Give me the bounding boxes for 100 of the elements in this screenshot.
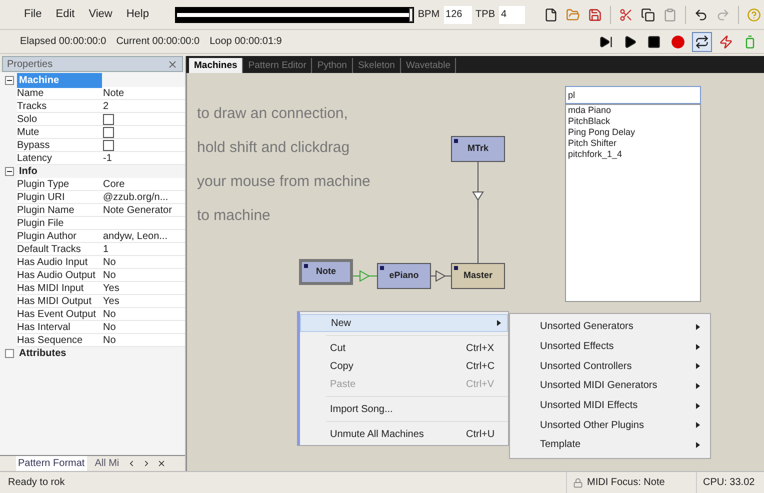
property-value: @zzub.org/n...	[103, 191, 168, 203]
property-label: Plugin Type	[17, 178, 70, 190]
result-item[interactable]: PitchBlack	[568, 116, 698, 127]
property-value: 2	[103, 100, 109, 112]
menu-item[interactable]: Unsorted MIDI Generators	[510, 376, 710, 396]
tpb-field[interactable]: 4	[499, 6, 525, 24]
connection-arrow-drawing	[353, 270, 377, 282]
checkbox[interactable]	[103, 140, 114, 151]
property-value: andyw, Leon...	[103, 230, 168, 242]
property-value: 1	[103, 243, 109, 255]
hint-text: your mouse from machine	[197, 172, 370, 192]
menu-item[interactable]: Unsorted Other Plugins	[510, 415, 710, 436]
expander-icon[interactable]	[5, 76, 14, 85]
result-item[interactable]: pitchfork_1_4	[568, 149, 698, 160]
machine-node[interactable]: Note	[299, 259, 353, 285]
submenu-arrow-icon	[497, 320, 501, 326]
menu-item[interactable]: Unsorted Generators	[510, 317, 710, 337]
slider-thumb[interactable]	[408, 8, 413, 22]
midi-focus-text: MIDI Focus: Note	[587, 476, 665, 490]
menu-item[interactable]: Copy Ctrl+C	[300, 357, 508, 375]
submenu-arrow-icon	[696, 422, 700, 428]
menu-item[interactable]: View	[88, 6, 112, 23]
group-header[interactable]: Attributes	[17, 346, 102, 361]
property-label: Has Audio Output	[17, 269, 96, 281]
property-label: Plugin Author	[17, 230, 78, 242]
submenu-arrow-icon	[696, 442, 700, 448]
tab[interactable]: Machines	[189, 58, 244, 73]
property-label: Plugin Name	[17, 204, 76, 216]
menu-item[interactable]: Edit	[56, 6, 75, 23]
menu-item[interactable]: Import Song...	[300, 400, 508, 418]
group-header[interactable]: Info	[17, 164, 102, 179]
result-item[interactable]: mda Piano	[568, 105, 698, 116]
property-label: Mute	[17, 126, 40, 138]
close-icon[interactable]	[157, 459, 166, 468]
property-label: Solo	[17, 113, 38, 125]
time-readout: Loop 00:00:01:9	[210, 35, 282, 49]
property-value: No	[103, 256, 116, 268]
time-readout: Elapsed 00:00:00:0	[20, 35, 106, 49]
submenu-arrow-icon	[696, 363, 700, 370]
hint-text: hold shift and clickdrag	[197, 138, 351, 158]
hint-text: to draw an connection,	[197, 104, 349, 124]
submenu-arrow-icon	[696, 402, 700, 409]
property-label: Latency	[17, 152, 54, 164]
machine-node[interactable]: ePiano	[377, 263, 431, 289]
property-label: Plugin File	[17, 217, 65, 229]
property-value: Core	[103, 178, 125, 190]
position-slider[interactable]	[174, 6, 414, 22]
property-label: Bypass	[17, 139, 51, 151]
checkbox[interactable]	[103, 127, 114, 138]
property-label: Has Sequence	[17, 334, 84, 346]
result-item[interactable]: Pitch Shifter	[568, 138, 698, 149]
machine-node[interactable]: MTrk	[451, 136, 505, 162]
submenu-arrow-icon	[696, 344, 700, 350]
menu-item[interactable]: New	[300, 314, 508, 332]
property-label: Has Audio Input	[17, 256, 89, 268]
menu-item[interactable]: Unsorted MIDI Effects	[510, 396, 710, 416]
property-label: Has Event Output	[17, 308, 97, 320]
bpm-label: BPM	[418, 8, 440, 22]
property-value: No	[103, 334, 116, 346]
property-label: Plugin URI	[17, 191, 66, 203]
property-label: Has MIDI Output	[17, 295, 92, 307]
property-value: No	[103, 308, 116, 320]
machine-node[interactable]: Master	[451, 263, 505, 289]
submenu-arrow-icon	[696, 324, 700, 330]
status-message: Ready to rok	[7, 476, 66, 490]
menu-item[interactable]: Unsorted Controllers	[510, 356, 710, 376]
property-value: Note Generator	[103, 204, 172, 216]
expander-icon[interactable]	[5, 167, 14, 176]
menu-item[interactable]: File	[24, 6, 42, 23]
menu-item[interactable]: Cut Ctrl+X	[300, 339, 508, 357]
machine-canvas[interactable]	[186, 73, 764, 471]
bpm-field[interactable]: 126	[444, 6, 472, 24]
property-label: Name	[17, 87, 45, 99]
bottom-tab[interactable]: Pattern Format	[16, 456, 87, 471]
loop-icon[interactable]	[692, 32, 712, 52]
menu-item[interactable]: Template	[510, 435, 710, 455]
property-value: Note	[103, 87, 124, 99]
connection-arrow-drawing	[431, 270, 451, 282]
property-value: No	[103, 269, 116, 281]
property-label: Has MIDI Input	[17, 282, 85, 294]
property-label: Tracks	[17, 100, 48, 112]
hint-text: to machine	[197, 206, 272, 226]
tpb-label: TPB	[476, 8, 495, 22]
menu-item[interactable]: Unsorted Effects	[510, 336, 710, 356]
panel-title: Properties	[7, 58, 53, 72]
bottom-tab[interactable]: All Mi	[92, 456, 122, 471]
menu-item[interactable]: Unmute All Machines Ctrl+U	[300, 425, 508, 443]
result-item[interactable]: Ping Pong Delay	[568, 127, 698, 138]
search-field[interactable]: pl	[565, 86, 701, 104]
property-value: Yes	[103, 282, 120, 294]
menu-item[interactable]: Help	[126, 6, 149, 23]
property-value: Yes	[103, 295, 120, 307]
submenu-arrow-icon	[696, 382, 700, 389]
property-value: -1	[103, 152, 112, 164]
cpu-usage-text: CPU: 33.02	[696, 472, 764, 493]
lock-icon	[573, 478, 583, 488]
property-label: Has Interval	[17, 321, 72, 333]
time-readout: Current 00:00:00:0	[116, 35, 200, 49]
checkbox[interactable]	[103, 114, 114, 125]
property-value: No	[103, 321, 116, 333]
